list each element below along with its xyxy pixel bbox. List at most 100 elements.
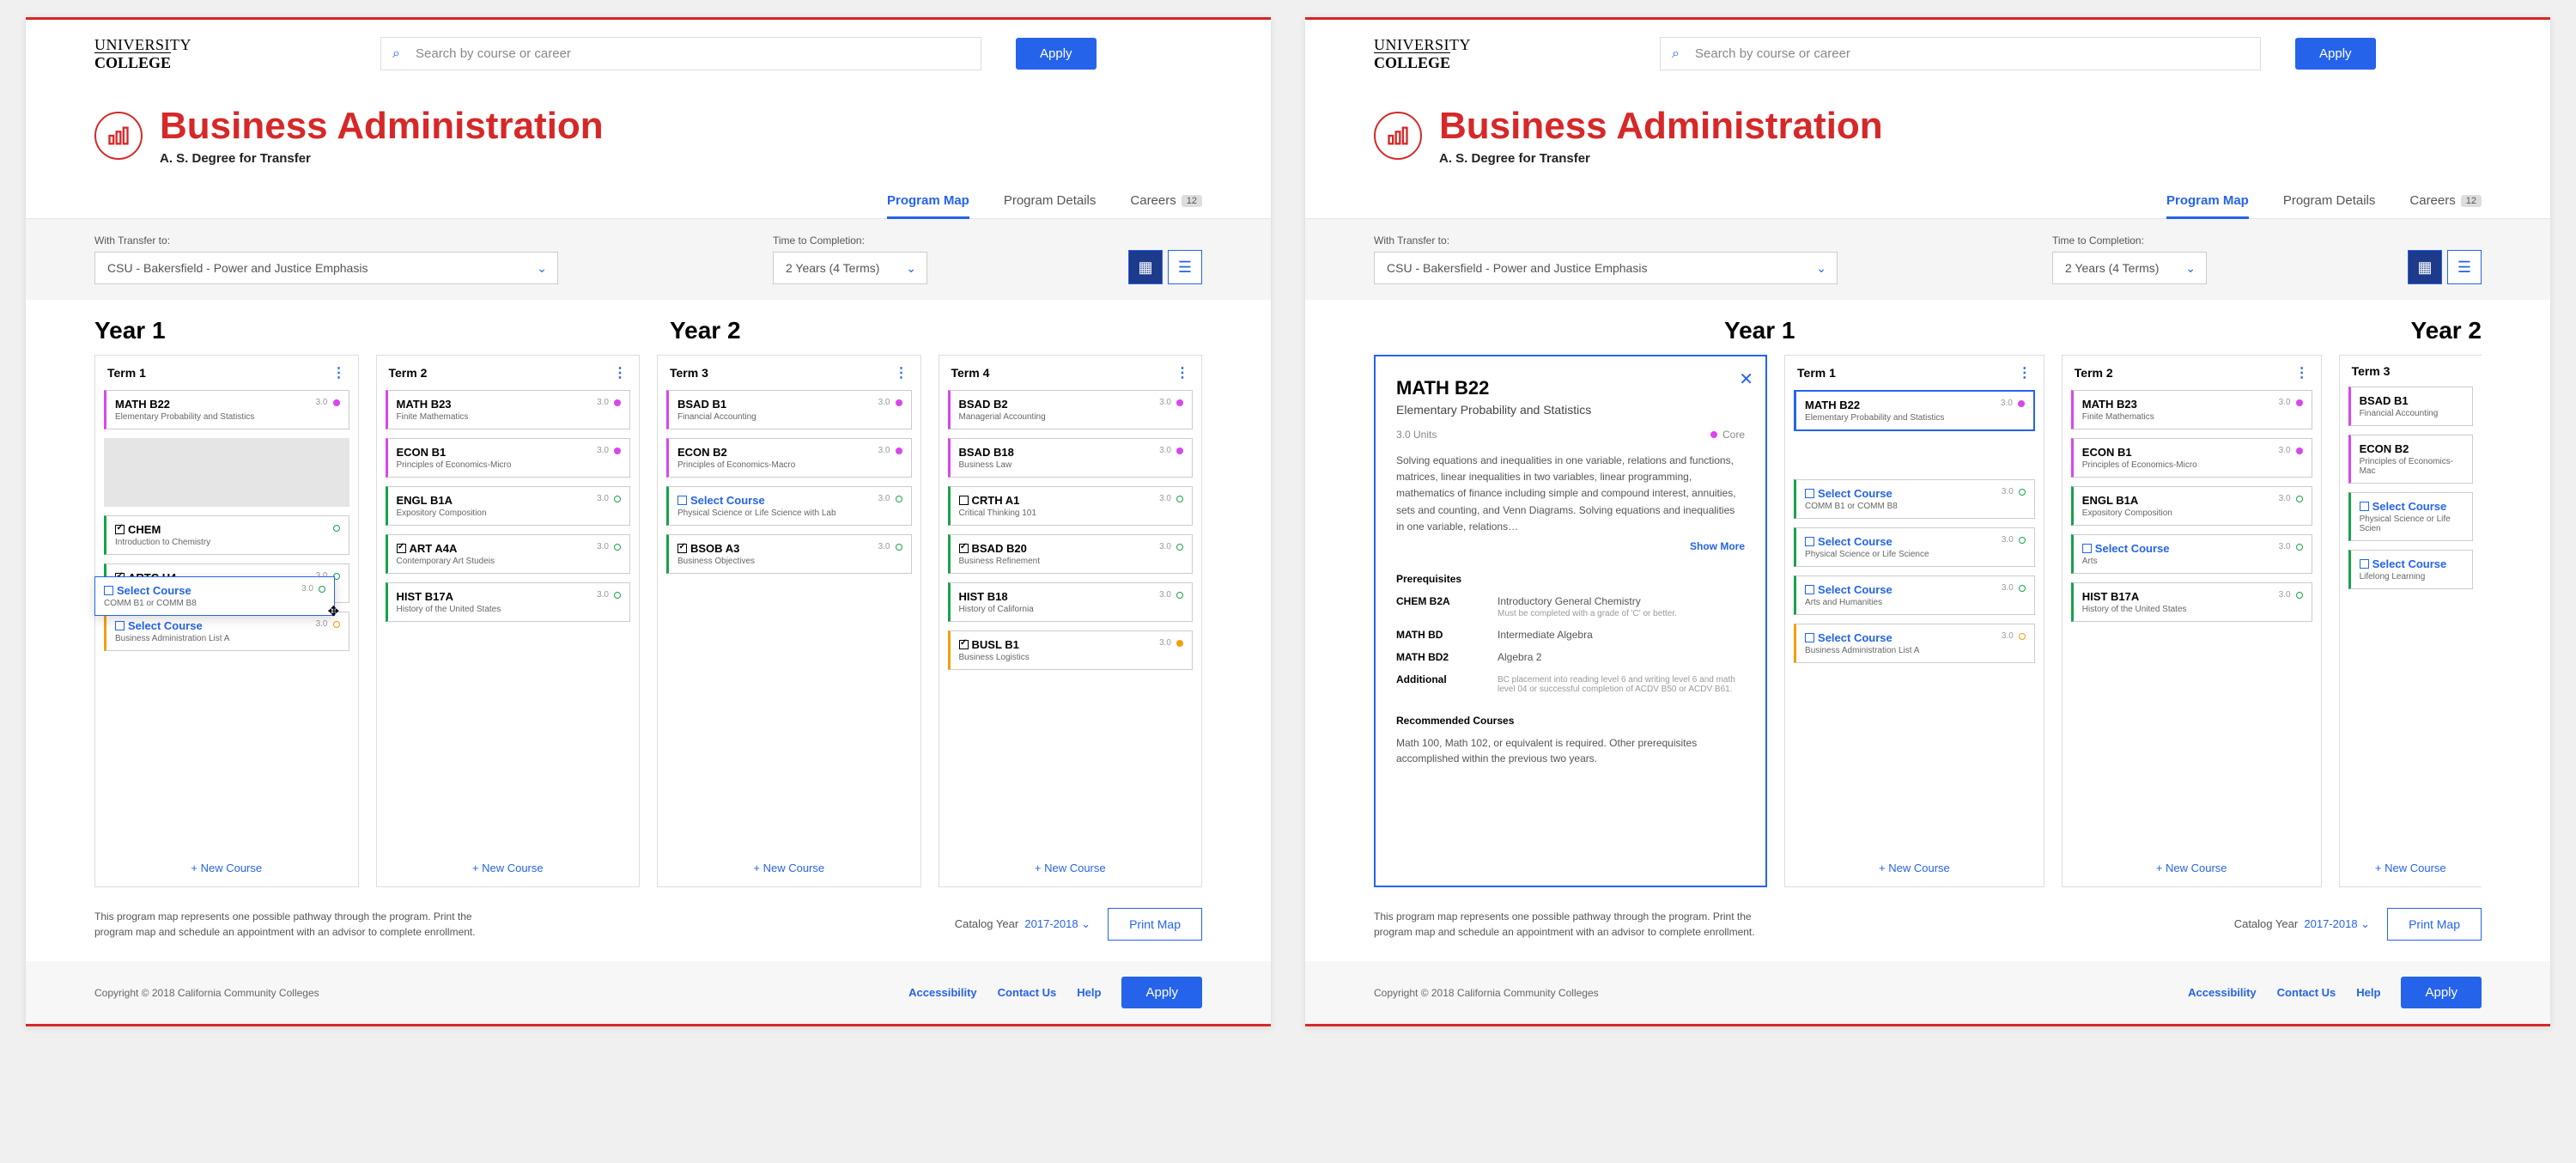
year-1-title: Year 1 <box>94 317 635 344</box>
checkbox-icon <box>397 544 406 553</box>
course-card[interactable]: ECON B2Principles of Economics-Mac <box>2348 435 2473 484</box>
apply-button[interactable]: Apply <box>1016 38 1097 70</box>
term-menu-icon[interactable]: ⋮ <box>613 364 627 381</box>
catalog-year-select[interactable]: 2017-2018 ⌄ <box>1024 917 1091 930</box>
search-input[interactable] <box>1660 37 2261 70</box>
course-card[interactable]: ENGL B1AExpository Composition3.0 <box>2071 486 2312 526</box>
grid-view-button[interactable]: ▦ <box>1128 250 1163 284</box>
grid-view-button[interactable]: ▦ <box>2408 250 2442 284</box>
course-card[interactable]: BSAD B20Business Refinement3.0 <box>948 534 1194 574</box>
tab-program-map[interactable]: Program Map <box>2166 183 2249 218</box>
year-1-title: Year 1 <box>1724 317 2218 344</box>
detail-course-code: MATH B22 <box>1396 377 1745 399</box>
course-card[interactable]: HIST B17AHistory of the United States3.0 <box>386 582 631 622</box>
course-card[interactable]: HIST B17AHistory of the United States3.0 <box>2071 582 2312 622</box>
select-course-card[interactable]: Select CoursePhysical Science or Life Sc… <box>666 486 912 526</box>
course-card[interactable]: HIST B18History of California3.0 <box>948 582 1194 622</box>
list-view-button[interactable]: ☰ <box>2447 250 2482 284</box>
course-card[interactable]: ECON B1Principles of Economics-Micro3.0 <box>386 438 631 478</box>
new-course-button[interactable]: + New Course <box>939 849 1202 886</box>
course-card[interactable]: BSAD B18Business Law3.0 <box>948 438 1194 478</box>
term-column: Term 1⋮ MATH B22Elementary Probability a… <box>94 355 359 887</box>
new-course-button[interactable]: + New Course <box>2340 849 2482 886</box>
tab-careers[interactable]: Careers12 <box>2409 183 2482 218</box>
term-name: Term 3 <box>670 366 708 380</box>
apply-button[interactable]: Apply <box>2295 38 2376 70</box>
print-map-button[interactable]: Print Map <box>2387 908 2482 941</box>
term-column: Term 1⋮ MATH B22Elementary Probability a… <box>1784 355 2044 887</box>
catalog-year-select[interactable]: 2017-2018 ⌄ <box>2304 917 2370 930</box>
course-card[interactable]: BSOB A3Business Objectives3.0 <box>666 534 912 574</box>
term-menu-icon[interactable]: ⋮ <box>895 364 908 381</box>
filters: With Transfer to: CSU - Bakersfield - Po… <box>26 219 1271 300</box>
new-course-button[interactable]: + New Course <box>658 849 920 886</box>
term-menu-icon[interactable]: ⋮ <box>332 364 346 381</box>
transfer-select[interactable]: CSU - Bakersfield - Power and Justice Em… <box>94 252 558 284</box>
time-select[interactable]: 2 Years (4 Terms)⌄ <box>773 252 927 284</box>
select-course-card[interactable]: Select CoursePhysical Science or Life Sc… <box>1794 527 2035 567</box>
select-course-card[interactable]: Select CourseLifelong Learning <box>2348 550 2473 589</box>
status-dot-icon <box>333 621 340 628</box>
footer-link-contact[interactable]: Contact Us <box>2277 986 2336 999</box>
status-dot-icon <box>2296 592 2303 599</box>
tab-careers[interactable]: Careers12 <box>1130 183 1202 218</box>
new-course-button[interactable]: + New Course <box>377 849 640 886</box>
course-card[interactable]: BSAD B1Financial Accounting <box>2348 387 2473 426</box>
course-card[interactable]: BUSL B1Business Logistics3.0 <box>948 630 1194 670</box>
time-select[interactable]: 2 Years (4 Terms)⌄ <box>2052 252 2207 284</box>
term-menu-icon[interactable]: ⋮ <box>2018 364 2032 381</box>
course-card[interactable]: CRTH A1Critical Thinking 1013.0 <box>948 486 1194 526</box>
new-course-button[interactable]: + New Course <box>95 849 358 886</box>
checkbox-icon <box>1805 537 1814 546</box>
course-card[interactable]: MATH B22Elementary Probability and Stati… <box>104 390 349 429</box>
tab-program-details[interactable]: Program Details <box>1004 183 1097 218</box>
core-dot-icon <box>896 448 902 454</box>
course-card[interactable]: CHEMIntroduction to Chemistry <box>104 515 349 555</box>
footer-bar: This program map represents one possible… <box>1305 887 2550 961</box>
logo[interactable]: UNIVERSITY COLLEGE <box>1374 37 1471 70</box>
tab-program-details[interactable]: Program Details <box>2283 183 2376 218</box>
show-more-link[interactable]: Show More <box>1396 540 1745 552</box>
footer-link-help[interactable]: Help <box>2356 986 2380 999</box>
footer-note: This program map represents one possible… <box>1374 909 1786 940</box>
status-dot-icon <box>319 586 325 593</box>
apply-button-footer[interactable]: Apply <box>2401 977 2482 1008</box>
course-card[interactable]: ENGL B1AExpository Composition3.0 <box>386 486 631 526</box>
search-wrap: ⌕ <box>1660 37 2261 70</box>
status-dot-icon <box>896 496 902 502</box>
course-card-selected[interactable]: MATH B22Elementary Probability and Stati… <box>1794 390 2035 431</box>
search-input[interactable] <box>380 37 981 70</box>
logo[interactable]: UNIVERSITY COLLEGE <box>94 37 191 70</box>
select-course-card[interactable]: Select CoursePhysical Science or Life Sc… <box>2348 492 2473 541</box>
select-course-card[interactable]: Select CourseBusiness Administration Lis… <box>1794 624 2035 663</box>
tab-program-map[interactable]: Program Map <box>887 183 969 218</box>
grab-cursor-icon: ✥ <box>328 603 339 620</box>
drag-ghost-card[interactable]: Select Course COMM B1 or COMM B8 3.0 ✥ <box>94 576 335 616</box>
footer-link-accessibility[interactable]: Accessibility <box>908 986 977 999</box>
select-course-card[interactable]: Select CourseArts3.0 <box>2071 534 2312 574</box>
status-dot-icon <box>2019 585 2026 592</box>
select-course-card[interactable]: Select CourseCOMM B1 or COMM B83.0 <box>1794 479 2035 519</box>
course-card[interactable]: BSAD B2Managerial Accounting3.0 <box>948 390 1194 429</box>
checkbox-icon <box>115 525 125 534</box>
footer-link-accessibility[interactable]: Accessibility <box>2188 986 2257 999</box>
list-view-button[interactable]: ☰ <box>1168 250 1202 284</box>
close-icon[interactable]: ✕ <box>1739 368 1753 390</box>
select-course-card[interactable]: Select CourseBusiness Administration Lis… <box>104 612 349 651</box>
course-card[interactable]: ECON B1Principles of Economics-Micro3.0 <box>2071 438 2312 478</box>
course-card[interactable]: BSAD B1Financial Accounting3.0 <box>666 390 912 429</box>
footer-link-help[interactable]: Help <box>1077 986 1101 999</box>
term-menu-icon[interactable]: ⋮ <box>2295 364 2309 381</box>
print-map-button[interactable]: Print Map <box>1108 908 1202 941</box>
footer-link-contact[interactable]: Contact Us <box>998 986 1057 999</box>
course-card[interactable]: MATH B23Finite Mathematics3.0 <box>2071 390 2312 429</box>
new-course-button[interactable]: + New Course <box>1785 849 2044 886</box>
new-course-button[interactable]: + New Course <box>2063 849 2321 886</box>
course-card[interactable]: ECON B2Principles of Economics-Macro3.0 <box>666 438 912 478</box>
course-card[interactable]: ART A4AContemporary Art Studeis3.0 <box>386 534 631 574</box>
transfer-select[interactable]: CSU - Bakersfield - Power and Justice Em… <box>1374 252 1838 284</box>
course-card[interactable]: MATH B23Finite Mathematics3.0 <box>386 390 631 429</box>
apply-button-footer[interactable]: Apply <box>1121 977 1202 1008</box>
term-menu-icon[interactable]: ⋮ <box>1176 364 1189 381</box>
select-course-card[interactable]: Select CourseArts and Humanities3.0 <box>1794 575 2035 615</box>
